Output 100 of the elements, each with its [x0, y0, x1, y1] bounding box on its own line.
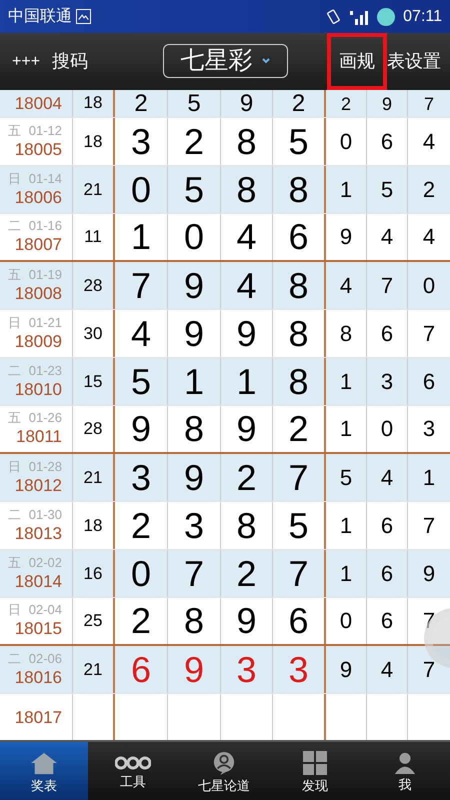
nav-tab[interactable]: 七星论道 [178, 742, 270, 800]
three-circles-icon [115, 754, 151, 770]
main-digit: 9 [130, 411, 152, 447]
main-digit: 7 [288, 556, 309, 592]
draw-date: 02-04 [28, 602, 62, 618]
nav-tab[interactable]: 工具 [88, 742, 178, 800]
main-digit: 9 [184, 652, 204, 688]
weekday-label: 日 [8, 170, 21, 186]
issue-number: 18004 [14, 94, 62, 114]
extra-digit: 1 [422, 466, 436, 488]
sum-value: 18 [84, 92, 102, 114]
main-digit: 7 [130, 268, 152, 304]
main-digit: 1 [184, 364, 204, 400]
main-digit: 2 [184, 124, 204, 160]
issue-number: 18015 [14, 618, 62, 640]
draw-date: 01-28 [28, 458, 62, 474]
main-digit: 9 [184, 316, 204, 352]
main-digit: 1 [236, 364, 257, 400]
draw-date: 01-23 [28, 362, 62, 378]
image-icon [76, 9, 91, 24]
sum-value: 18 [84, 130, 102, 153]
extra-digit: 6 [422, 370, 436, 392]
sum-value: 30 [84, 322, 102, 345]
main-digit: 2 [130, 603, 152, 639]
extra-digit: 1 [340, 418, 352, 440]
main-digit: 4 [236, 268, 257, 304]
main-digit: 8 [236, 508, 257, 544]
extra-digit: 4 [380, 658, 394, 680]
issue-number: 18010 [14, 378, 62, 400]
sum-value: 18 [84, 514, 102, 537]
issue-number: 18009 [14, 330, 62, 352]
main-digit: 6 [130, 652, 152, 688]
nav-tab[interactable]: 发现 [270, 742, 360, 800]
draw-date: 01-14 [28, 170, 62, 186]
main-digit: 8 [288, 268, 309, 304]
extra-digit: 9 [382, 94, 392, 112]
main-digit: 4 [236, 219, 257, 255]
main-digit: 8 [288, 172, 309, 208]
main-digit: 3 [236, 652, 257, 688]
main-digit: 7 [184, 556, 204, 592]
caret-icon [260, 57, 270, 65]
weekday-label: 二 [8, 362, 21, 378]
clock-time: 07:11 [403, 6, 442, 26]
main-digit: 8 [184, 603, 204, 639]
issue-number: 18017 [14, 706, 62, 728]
main-digit: 3 [130, 124, 152, 160]
extra-digit: 7 [424, 94, 434, 112]
main-digit: 2 [292, 92, 306, 116]
main-digit: 4 [130, 316, 152, 352]
extra-digit: 4 [380, 226, 394, 248]
main-digit: 0 [130, 556, 152, 592]
chart-rules-button[interactable]: 画规 [327, 33, 387, 90]
extra-digit: 0 [340, 130, 352, 152]
grid-icon [303, 750, 327, 774]
nav-tab[interactable]: 我 [360, 742, 450, 800]
draw-date: 01-12 [28, 122, 62, 138]
issue-number: 18007 [14, 234, 62, 256]
extra-digit: 6 [380, 322, 394, 344]
nav-tab[interactable]: 奖表 [0, 742, 88, 800]
main-digit: 7 [288, 460, 309, 496]
draw-date: 01-30 [28, 506, 62, 522]
main-digit: 5 [288, 124, 309, 160]
weekday-label: 二 [8, 506, 21, 522]
main-digit: 3 [288, 652, 309, 688]
main-digit: 2 [236, 556, 257, 592]
weekday-label: 日 [8, 314, 21, 330]
draw-date: 01-16 [28, 218, 62, 234]
carrier-name: 中国联通 [8, 6, 72, 26]
extra-digit: 8 [340, 322, 352, 344]
main-digit: 9 [236, 411, 257, 447]
main-digit: 2 [134, 92, 148, 116]
table-settings-button[interactable]: 表设置 [387, 48, 441, 75]
weekday-label: 五 [8, 554, 21, 570]
extra-digit: 6 [380, 130, 394, 152]
issue-number: 18013 [14, 522, 62, 544]
house-icon [30, 750, 58, 774]
sum-value: 28 [84, 418, 102, 440]
sum-value: 16 [84, 562, 102, 585]
main-digit: 0 [130, 172, 152, 208]
extra-digit: 0 [340, 610, 352, 632]
extra-digit: 1 [340, 514, 352, 536]
extra-digit: 7 [422, 658, 436, 680]
extra-digit: 4 [380, 466, 394, 488]
extra-digit: 7 [422, 322, 436, 344]
extra-digit: 7 [380, 274, 394, 296]
main-digit: 5 [187, 92, 201, 116]
extra-digit: 9 [422, 562, 436, 584]
main-digit: 8 [288, 364, 309, 400]
extra-digit: 9 [340, 226, 352, 248]
draw-date: 02-06 [28, 650, 62, 666]
main-digit: 3 [130, 460, 152, 496]
issue-number: 18011 [16, 426, 62, 448]
sum-value: 25 [84, 610, 102, 632]
main-digit: 6 [288, 603, 309, 639]
extra-digit: 1 [340, 562, 352, 584]
search-code-button[interactable]: +++ 搜码 [0, 33, 88, 90]
vibrate-icon [325, 8, 342, 24]
lottery-dropdown[interactable]: 七星彩 [163, 44, 288, 78]
weekday-label: 日 [8, 602, 21, 618]
extra-digit: 6 [380, 562, 394, 584]
